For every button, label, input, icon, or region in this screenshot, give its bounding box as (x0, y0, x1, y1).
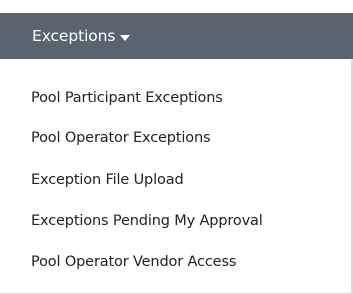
menu-item-pool-participant-exceptions[interactable]: Pool Participant Exceptions (31, 90, 223, 106)
menu-title: Exceptions (32, 27, 116, 45)
menu-item-pool-operator-vendor-access[interactable]: Pool Operator Vendor Access (31, 254, 236, 270)
caret-down-icon (120, 34, 131, 41)
exceptions-dropdown: Pool Participant Exceptions Pool Operato… (0, 59, 353, 294)
exceptions-menu: Exceptions Pool Participant Exceptions P… (0, 0, 353, 294)
menu-item-pool-operator-exceptions[interactable]: Pool Operator Exceptions (31, 130, 211, 146)
menu-item-exception-file-upload[interactable]: Exception File Upload (31, 172, 184, 188)
menu-item-exceptions-pending-my-approval[interactable]: Exceptions Pending My Approval (31, 213, 263, 229)
exceptions-menu-toggle[interactable]: Exceptions (0, 13, 353, 59)
